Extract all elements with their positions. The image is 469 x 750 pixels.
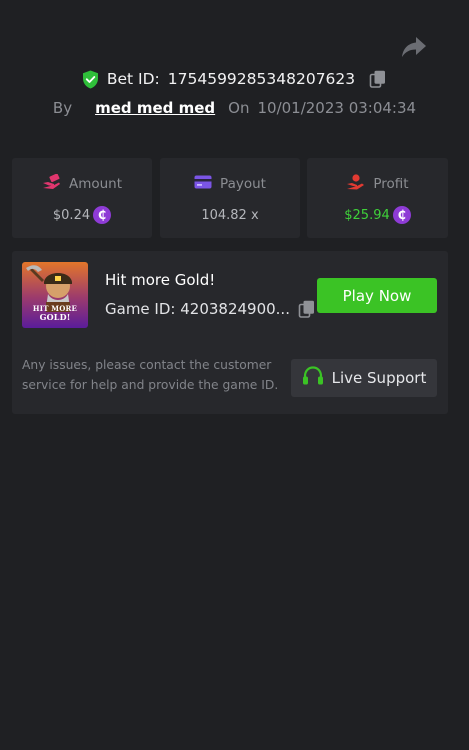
hand-money-icon bbox=[42, 173, 61, 194]
support-note: Any issues, please contact the customer … bbox=[22, 358, 279, 392]
amount-card: Amount $0.24 ₵ bbox=[12, 158, 152, 238]
game-id-label: Game ID: bbox=[105, 300, 176, 318]
profit-card: Profit $25.94 ₵ bbox=[307, 158, 448, 238]
payout-label: Payout bbox=[220, 176, 266, 192]
amount-label: Amount bbox=[68, 176, 123, 192]
coin-icon: ₵ bbox=[93, 206, 112, 224]
headset-icon bbox=[302, 366, 324, 390]
live-support-label: Live Support bbox=[331, 369, 427, 387]
profit-value: $25.94 bbox=[344, 207, 390, 223]
live-support-button[interactable]: Live Support bbox=[291, 359, 437, 397]
amount-value: $0.24 bbox=[52, 207, 91, 223]
coin-icon: ₵ bbox=[392, 206, 411, 224]
profit-hand-icon bbox=[346, 174, 365, 194]
bet-id-value: 1754599285348207623 bbox=[167, 70, 356, 88]
share-icon[interactable] bbox=[401, 36, 427, 58]
thumb-title-line2: GOLD! bbox=[39, 312, 71, 322]
profit-label: Profit bbox=[373, 176, 409, 192]
bet-meta-row: By med med med On 10/01/2023 03:04:34 bbox=[0, 97, 469, 119]
verified-shield-icon bbox=[82, 70, 99, 89]
payout-card: Payout 104.82 x bbox=[160, 158, 300, 238]
game-id-row: Game ID: 4203824900... bbox=[105, 300, 316, 318]
game-panel: HIT MORE GOLD! Hit more Gold! Game ID: 4… bbox=[12, 251, 448, 414]
on-label: On bbox=[228, 99, 250, 117]
bet-id-row: Bet ID: 1754599285348207623 bbox=[0, 68, 469, 90]
bet-datetime: 10/01/2023 03:04:34 bbox=[257, 99, 417, 117]
game-thumbnail[interactable]: HIT MORE GOLD! bbox=[22, 262, 88, 328]
game-title: Hit more Gold! bbox=[105, 271, 216, 289]
play-now-button[interactable]: Play Now bbox=[317, 278, 437, 313]
copy-icon[interactable] bbox=[298, 300, 316, 318]
copy-icon[interactable] bbox=[369, 70, 387, 88]
username-link[interactable]: med med med bbox=[95, 99, 215, 117]
card-icon bbox=[194, 175, 212, 193]
bet-id-label: Bet ID: bbox=[106, 70, 160, 88]
payout-value: 104.82 x bbox=[201, 207, 259, 223]
game-id-value: 4203824900... bbox=[180, 300, 290, 318]
by-label: By bbox=[52, 99, 73, 117]
